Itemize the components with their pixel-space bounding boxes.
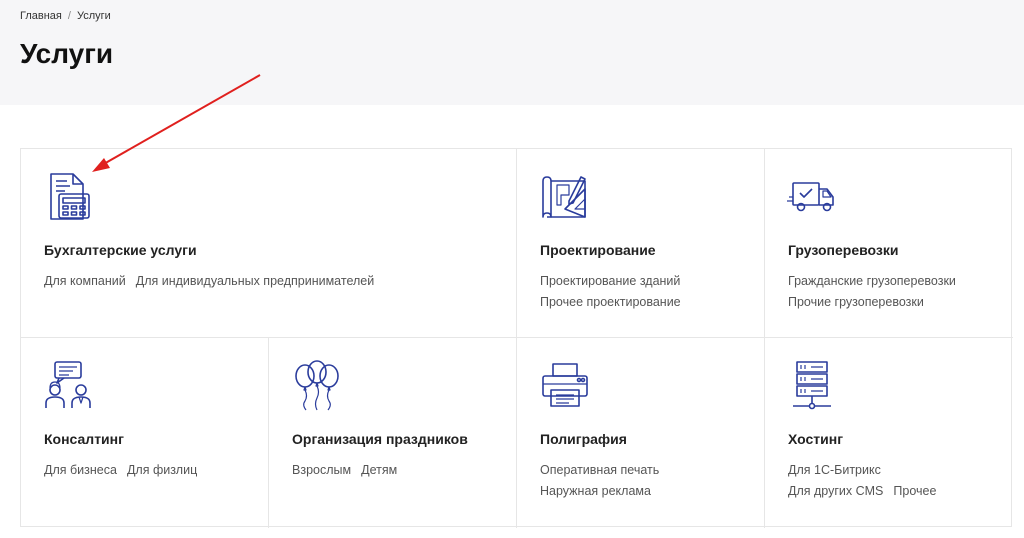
service-title[interactable]: Полиграфия	[540, 431, 627, 447]
service-link[interactable]: Для индивидуальных предпринимателей	[136, 274, 374, 288]
service-link[interactable]: Для бизнеса	[44, 463, 117, 477]
service-links: Проектирование зданий Прочее проектирова…	[540, 271, 691, 313]
balloons-icon	[291, 360, 343, 412]
service-title[interactable]: Проектирование	[540, 242, 656, 258]
service-card-freight[interactable]: Грузоперевозки Гражданские грузоперевозк…	[765, 149, 1013, 338]
service-title[interactable]: Бухгалтерские услуги	[44, 242, 197, 258]
service-card-consulting[interactable]: Консалтинг Для бизнеса Для физлиц	[21, 338, 269, 528]
service-link[interactable]: Прочие грузоперевозки	[788, 295, 924, 309]
service-card-accounting[interactable]: Бухгалтерские услуги Для компаний Для инд…	[21, 149, 517, 338]
service-link[interactable]: Прочее	[893, 484, 936, 498]
service-links: Для 1С-Битрикс Для других CMS Прочее	[788, 460, 946, 502]
service-card-printing[interactable]: Полиграфия Оперативная печать Наружная р…	[517, 338, 765, 528]
page-title: Услуги	[20, 38, 114, 69]
service-title[interactable]: Хостинг	[788, 431, 843, 447]
service-links: Оперативная печать Наружная реклама	[540, 460, 669, 502]
services-grid: Бухгалтерские услуги Для компаний Для инд…	[20, 148, 1013, 528]
service-title[interactable]: Консалтинг	[44, 431, 124, 447]
service-title[interactable]: Грузоперевозки	[788, 242, 898, 258]
breadcrumb: Главная / Услуги	[20, 10, 111, 22]
service-link[interactable]: Для компаний	[44, 274, 126, 288]
service-title[interactable]: Организация праздников	[292, 431, 468, 447]
blueprint-icon	[539, 171, 591, 223]
service-card-hosting[interactable]: Хостинг Для 1С-Битрикс Для других CMS Про…	[765, 338, 1013, 528]
page-header: Главная / Услуги Услуги	[0, 0, 1024, 105]
service-link[interactable]: Для физлиц	[127, 463, 197, 477]
service-link[interactable]: Для 1С-Битрикс	[788, 463, 881, 477]
service-links: Для компаний Для индивидуальных предприни…	[44, 271, 384, 292]
breadcrumb-current: Услуги	[76, 10, 111, 22]
service-link[interactable]: Взрослым	[292, 463, 351, 477]
service-link[interactable]: Прочее проектирование	[540, 295, 681, 309]
breadcrumb-separator: /	[67, 10, 71, 22]
service-links: Гражданские грузоперевозки Прочие грузоп…	[788, 271, 966, 313]
truck-icon	[787, 171, 839, 223]
service-link[interactable]: Проектирование зданий	[540, 274, 680, 288]
service-card-events[interactable]: Организация праздников Взрослым Детям	[269, 338, 517, 528]
service-links: Для бизнеса Для физлиц	[44, 460, 207, 481]
service-link[interactable]: Гражданские грузоперевозки	[788, 274, 956, 288]
service-link[interactable]: Оперативная печать	[540, 463, 659, 477]
service-link[interactable]: Наружная реклама	[540, 484, 651, 498]
breadcrumb-home-link[interactable]: Главная	[20, 10, 62, 22]
printer-icon	[539, 360, 591, 412]
service-link[interactable]: Детям	[361, 463, 397, 477]
service-links: Взрослым Детям	[292, 460, 407, 481]
service-link[interactable]: Для других CMS	[788, 484, 883, 498]
service-card-design[interactable]: Проектирование Проектирование зданий Про…	[517, 149, 765, 338]
calculator-document-icon	[43, 171, 95, 223]
server-icon	[787, 360, 839, 412]
consulting-people-icon	[43, 360, 95, 412]
